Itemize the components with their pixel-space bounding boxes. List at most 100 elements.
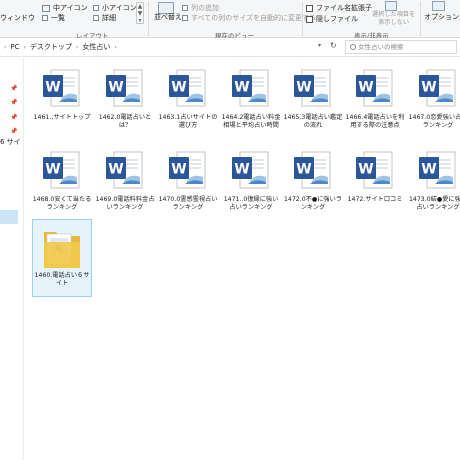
file-item[interactable]: W 1462.0電話占いとは？ bbox=[95, 66, 155, 144]
list-view-button[interactable]: 一覧 bbox=[42, 13, 65, 23]
small-icons-label: 小アイコン bbox=[102, 4, 137, 12]
word-document-icon: W bbox=[356, 69, 393, 107]
options-icon bbox=[432, 1, 445, 11]
small-icons-icon bbox=[93, 5, 99, 11]
ribbon-view-tab: ウィンドウ 中アイコン 一覧 小アイコン 詳細 ▲ ▼ ▾ レイアウト 並べ替え 列… bbox=[0, 0, 460, 40]
file-name: 1463.1占いサイトの選び方 bbox=[158, 114, 218, 129]
file-item[interactable]: W 1468.0安くて当たるランキング bbox=[32, 148, 92, 226]
file-item[interactable]: W 1464.2電話占い料金相場と平均占い時間 bbox=[221, 66, 281, 144]
file-name: 1461.,サイトトップ bbox=[33, 114, 91, 121]
layout-scroll-arrows[interactable]: ▲ ▼ ▾ bbox=[136, 2, 144, 24]
word-document-icon: W bbox=[169, 151, 206, 189]
file-item[interactable]: W 1471..0復縁に強い占いランキング bbox=[221, 148, 281, 226]
window-pane-button[interactable]: ウィンドウ bbox=[0, 13, 35, 23]
list-icon bbox=[42, 15, 48, 21]
breadcrumb-sep: › bbox=[4, 43, 7, 51]
hide-selected-icon bbox=[385, 1, 397, 11]
file-list-view[interactable]: W 1461.,サイトトップ W 1462.0電話占いとは？ W 1463.1占いサイトの… bbox=[25, 58, 460, 460]
file-extensions-label: ファイル名拡張子 bbox=[316, 4, 372, 12]
file-name: 1462.0電話占いとは？ bbox=[98, 114, 152, 129]
file-item[interactable]: W 1469.0電話料料金占いランキング bbox=[95, 148, 155, 226]
file-item[interactable]: W 1470.0霊感霊視占いランキング bbox=[158, 148, 218, 226]
svg-text:W: W bbox=[358, 80, 373, 96]
hide-selected-button[interactable]: 選択した項目を 表示しない bbox=[372, 11, 415, 27]
search-input[interactable]: 女性占いの検索 bbox=[345, 40, 457, 54]
word-document-icon: W bbox=[419, 69, 456, 107]
size-all-columns-button[interactable]: すべての列のサイズを自動的に変更する bbox=[182, 13, 316, 23]
address-bar-row: › PC › デスクトップ › 女性占い › ▾ ↻ 女性占いの検索 bbox=[0, 38, 460, 57]
medium-icons-label: 中アイコン bbox=[53, 4, 88, 12]
word-document-icon: W bbox=[169, 69, 206, 107]
navigation-pane[interactable]: 📌 📌 📌 📌 6 サイ bbox=[0, 58, 24, 460]
file-extensions-checkbox[interactable]: ファイル名拡張子 bbox=[306, 3, 372, 13]
file-name: 1472.サイト口コミ bbox=[347, 196, 403, 203]
svg-text:W: W bbox=[45, 162, 60, 178]
details-icon bbox=[93, 15, 99, 21]
word-document-icon: W bbox=[232, 69, 269, 107]
file-item[interactable]: W 1472.0不●に強いランキング bbox=[283, 148, 343, 226]
pin-icon[interactable]: 📌 bbox=[10, 99, 17, 106]
medium-icons-button[interactable]: 中アイコン bbox=[42, 3, 88, 13]
details-view-button[interactable]: 詳細 bbox=[93, 13, 116, 23]
small-icons-button[interactable]: 小アイコン bbox=[93, 3, 137, 13]
word-document-icon: W bbox=[294, 69, 331, 107]
refresh-icon[interactable]: ↻ bbox=[330, 41, 337, 50]
medium-icons-icon bbox=[42, 4, 50, 12]
breadcrumb-desktop[interactable]: デスクトップ bbox=[30, 42, 72, 52]
add-column-button[interactable]: 列の追加 bbox=[182, 3, 219, 13]
checkbox-icon bbox=[306, 4, 313, 12]
address-dropdown-icon[interactable]: ▾ bbox=[318, 42, 321, 49]
file-name: 1471..0復縁に強い占いランキング bbox=[223, 196, 279, 211]
file-item[interactable]: W 1465.3電話占い鑑定の流れ bbox=[283, 66, 343, 144]
svg-text:W: W bbox=[234, 162, 249, 178]
word-document-icon: W bbox=[232, 151, 269, 189]
pin-icon[interactable]: 📌 bbox=[10, 128, 17, 135]
breadcrumb-sep: › bbox=[114, 43, 117, 51]
file-name: 1467.0恋愛強い占いランキング bbox=[408, 114, 460, 129]
search-placeholder: 女性占いの検索 bbox=[358, 43, 404, 51]
folder-name: 1460.電話占い６サイト bbox=[34, 272, 90, 287]
breadcrumb[interactable]: › PC › デスクトップ › 女性占い › bbox=[0, 42, 121, 52]
sort-by-label: 並べ替え bbox=[154, 13, 182, 21]
svg-text:W: W bbox=[171, 80, 186, 96]
breadcrumb-sep: › bbox=[75, 43, 79, 51]
file-item[interactable]: W 1472.サイト口コミ bbox=[345, 148, 405, 226]
list-view-label: 一覧 bbox=[51, 14, 65, 22]
file-name: 1464.2電話占い料金相場と平均占い時間 bbox=[221, 114, 281, 129]
file-item[interactable]: W 1473.0結●愛に強い占いランキング bbox=[408, 148, 460, 226]
folder-item[interactable]: 1460.電話占い６サイト bbox=[32, 219, 92, 297]
divider bbox=[420, 2, 421, 36]
add-column-label: 列の追加 bbox=[191, 4, 219, 12]
file-item[interactable]: W 1466.4電話占いを利用する際の注意点 bbox=[345, 66, 405, 144]
svg-text:W: W bbox=[421, 162, 436, 178]
nav-item-selected[interactable] bbox=[0, 210, 18, 224]
svg-text:W: W bbox=[108, 162, 123, 178]
word-document-icon: W bbox=[43, 69, 80, 107]
file-item[interactable]: W 1461.,サイトトップ bbox=[32, 66, 92, 144]
window-pane-label: ウィンドウ bbox=[0, 14, 35, 22]
options-label: オプション bbox=[424, 13, 459, 21]
word-document-icon: W bbox=[43, 151, 80, 189]
checkbox-icon bbox=[306, 15, 313, 23]
file-name: 1473.0結●愛に強い占いランキング bbox=[409, 196, 460, 211]
breadcrumb-pc[interactable]: PC bbox=[10, 43, 19, 51]
svg-text:W: W bbox=[421, 80, 436, 96]
nav-item-partial[interactable]: 6 サイ bbox=[0, 137, 21, 147]
pin-icon[interactable]: 📌 bbox=[10, 85, 17, 92]
options-button[interactable]: オプション bbox=[424, 12, 459, 22]
details-view-label: 詳細 bbox=[102, 14, 116, 22]
file-name: 1468.0安くて当たるランキング bbox=[32, 196, 92, 211]
file-item[interactable]: W 1463.1占いサイトの選び方 bbox=[158, 66, 218, 144]
word-document-icon: W bbox=[294, 151, 331, 189]
svg-text:W: W bbox=[296, 80, 311, 96]
breadcrumb-folder[interactable]: 女性占い bbox=[82, 42, 110, 52]
file-name: 1466.4電話占いを利用する際の注意点 bbox=[345, 114, 405, 129]
word-document-icon: W bbox=[356, 151, 393, 189]
divider bbox=[148, 2, 149, 36]
file-item[interactable]: W 1467.0恋愛強い占いランキング bbox=[408, 66, 460, 144]
pin-icon[interactable]: 📌 bbox=[10, 114, 17, 121]
file-name: 1469.0電話料料金占いランキング bbox=[95, 196, 155, 211]
hidden-files-checkbox[interactable]: 隠しファイル bbox=[306, 14, 358, 24]
sort-by-button[interactable]: 並べ替え bbox=[154, 12, 182, 22]
svg-text:W: W bbox=[45, 80, 60, 96]
